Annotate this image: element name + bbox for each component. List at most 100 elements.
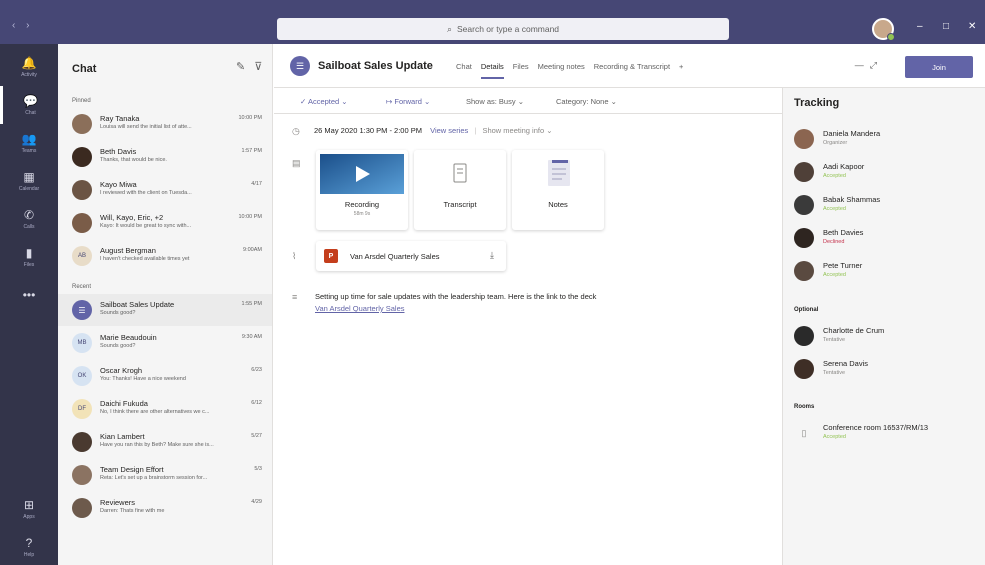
chat-list-item[interactable]: MB Marie Beaudouin Sounds good? 9:30 AM	[58, 327, 272, 359]
room-item[interactable]: ▯ Conference room 16537/RM/13 Accepted	[783, 420, 985, 450]
chat-preview: Louisa will send the initial list of att…	[100, 124, 192, 130]
chat-list-panel: Chat ✎ ⊽ Pinned Recent Ray Tanaka Louisa …	[58, 44, 273, 565]
attendee-item[interactable]: Babak Shammas Accepted	[783, 192, 985, 222]
tab-recording-transcript[interactable]: Recording & Transcript	[594, 62, 670, 79]
maximize-button[interactable]: □	[943, 21, 949, 32]
chat-preview: Reta: Let's set up a brainstorm session …	[100, 475, 208, 481]
category-dropdown[interactable]: Category: None ⌄	[556, 97, 617, 106]
rail-item-activity[interactable]: 🔔 Activity	[0, 48, 58, 86]
search-placeholder: Search or type a command	[456, 24, 560, 34]
rail-item-chat[interactable]: 💬 Chat	[0, 86, 58, 124]
avatar: DF	[72, 399, 92, 419]
description-icon: ≡	[292, 292, 298, 302]
accepted-dropdown[interactable]: ✓ Accepted ⌄	[300, 97, 348, 106]
pop-out-icon[interactable]: ⤢	[870, 60, 883, 70]
tab-files[interactable]: Files	[513, 62, 529, 79]
attendee-status: Accepted	[823, 272, 846, 278]
join-button[interactable]: Join	[905, 56, 973, 78]
avatar	[794, 261, 814, 281]
avatar	[72, 498, 92, 518]
download-icon[interactable]: ⤓	[490, 250, 494, 261]
attachment-card[interactable]: P Van Arsdel Quarterly Sales ⤓	[316, 241, 506, 271]
tracking-panel: Tracking Optional Rooms Daniela Mandera O…	[782, 88, 985, 565]
tab-meeting-notes[interactable]: Meeting notes	[538, 62, 585, 79]
new-chat-icon[interactable]: ✎	[236, 61, 245, 73]
rail-item-calls[interactable]: ✆ Calls	[0, 200, 58, 238]
transcript-tile[interactable]: Transcript	[414, 150, 506, 230]
avatar	[794, 359, 814, 379]
tab-chat[interactable]: Chat	[456, 62, 472, 79]
chat-list-item[interactable]: ☰ Sailboat Sales Update Sounds good? 1:55 P…	[58, 294, 272, 326]
tab-details[interactable]: Details	[480, 62, 504, 79]
chat-list-item[interactable]: DF Daichi Fukuda No, I think there are oth…	[58, 393, 272, 425]
chat-list-item[interactable]: Kian Lambert Have you ran this by Beth? M…	[58, 426, 272, 458]
meeting-toolbar: ✓ Accepted ⌄ ↦ Forward ⌄ Show as: Busy ⌄…	[274, 88, 782, 114]
phone-icon: ✆	[23, 207, 35, 222]
attendee-item[interactable]: Beth Davies Declined	[783, 225, 985, 255]
user-avatar[interactable]	[872, 18, 895, 41]
notes-tile[interactable]: Notes	[512, 150, 604, 230]
attendee-item[interactable]: Pete Turner Accepted	[783, 258, 985, 288]
avatar	[794, 228, 814, 248]
chat-preview: Sounds good?	[100, 310, 136, 316]
attendee-status: Tentative	[823, 370, 846, 376]
chat-list-item[interactable]: Beth Davis Thanks, that would be nice. 1:5…	[58, 141, 272, 173]
rail-item-label: Calendar	[18, 185, 40, 192]
minimize-button[interactable]: –	[917, 21, 923, 32]
attendee-item[interactable]: Charlotte de Crum Tentative	[783, 323, 985, 353]
attendee-name: Conference room 16537/RM/13	[823, 423, 929, 432]
teams-icon: 👥	[21, 131, 37, 146]
rail-item-calendar[interactable]: ▦ Calendar	[0, 162, 58, 200]
chat-name: Team Design Effort	[100, 465, 164, 474]
search-icon: ⌕	[446, 23, 452, 34]
rail-item-label: Calls	[23, 223, 35, 230]
attendee-item[interactable]: Daniela Mandera Organizer	[783, 126, 985, 156]
apps-icon: ⊞	[23, 497, 35, 512]
chat-time: 5/27	[251, 433, 262, 439]
chat-list-item[interactable]: Kayo Miwa I reviewed with the client on T…	[58, 174, 272, 206]
chat-list-item[interactable]: OK Oscar Krogh You: Thanks! Have a nice we…	[58, 360, 272, 392]
search-box[interactable]: ⌕ Search or type a command	[277, 18, 729, 40]
rail-item-label: Activity	[21, 71, 37, 78]
chat-name: Marie Beaudouin	[100, 333, 157, 342]
play-icon	[320, 154, 404, 194]
rail-item-files[interactable]: ▮ Files	[0, 238, 58, 276]
chat-list-item[interactable]: Will, Kayo, Eric, +2 Kayo: It would be gr…	[58, 207, 272, 239]
close-button[interactable]: ✕	[968, 21, 976, 32]
add-tab-icon[interactable]: +	[679, 62, 683, 79]
view-series-link[interactable]: View series	[430, 126, 468, 135]
filter-icon[interactable]: ⊽	[254, 61, 262, 73]
rail-item-help[interactable]: ? Help	[0, 528, 58, 565]
forward-dropdown[interactable]: ↦ Forward ⌄	[386, 97, 430, 106]
show-as-dropdown[interactable]: Show as: Busy ⌄	[466, 97, 524, 106]
rail-item-more[interactable]: •••	[0, 276, 58, 314]
avatar: OK	[72, 366, 92, 386]
attendee-item[interactable]: Aadi Kapoor Accepted	[783, 159, 985, 189]
chat-name: Daichi Fukuda	[100, 399, 148, 408]
meeting-datetime-row: 26 May 2020 1:30 PM - 2:00 PM View serie…	[314, 126, 553, 135]
attendee-status: Accepted	[823, 173, 846, 179]
chat-time: 9:00AM	[243, 247, 262, 253]
rail-item-teams[interactable]: 👥 Teams	[0, 124, 58, 162]
show-meeting-info-link[interactable]: Show meeting info ⌄	[482, 126, 552, 135]
chat-list-item[interactable]: Ray Tanaka Louisa will send the initial l…	[58, 108, 272, 140]
chat-list-item[interactable]: AB August Bergman I haven't checked availa…	[58, 240, 272, 272]
chat-name: Will, Kayo, Eric, +2	[100, 213, 164, 222]
chat-preview: I reviewed with the client on Tuesda...	[100, 190, 192, 196]
nav-arrows[interactable]: ‹ ›	[12, 20, 33, 31]
minimize-panel-icon[interactable]: —	[855, 60, 870, 70]
description-link[interactable]: Van Arsdel Quarterly Sales	[315, 304, 765, 313]
calendar-icon: ▦	[23, 169, 35, 184]
avatar	[72, 213, 92, 233]
rail-item-apps[interactable]: ⊞ Apps	[0, 490, 58, 528]
chat-list-item[interactable]: Reviewers Darren: Thats fine with me 4/29	[58, 492, 272, 524]
chat-time: 4/29	[251, 499, 262, 505]
chat-name: Oscar Krogh	[100, 366, 143, 375]
chat-time: 9:30 AM	[241, 334, 262, 340]
chat-list-item[interactable]: Team Design Effort Reta: Let's set up a b…	[58, 459, 272, 491]
chat-preview: No, I think there are other alternatives…	[100, 409, 210, 415]
attendee-name: Babak Shammas	[823, 195, 881, 204]
recording-tile[interactable]: Recording 58m 9s	[316, 150, 408, 230]
attendee-item[interactable]: Serena Davis Tentative	[783, 356, 985, 386]
chat-name: Ray Tanaka	[100, 114, 140, 123]
